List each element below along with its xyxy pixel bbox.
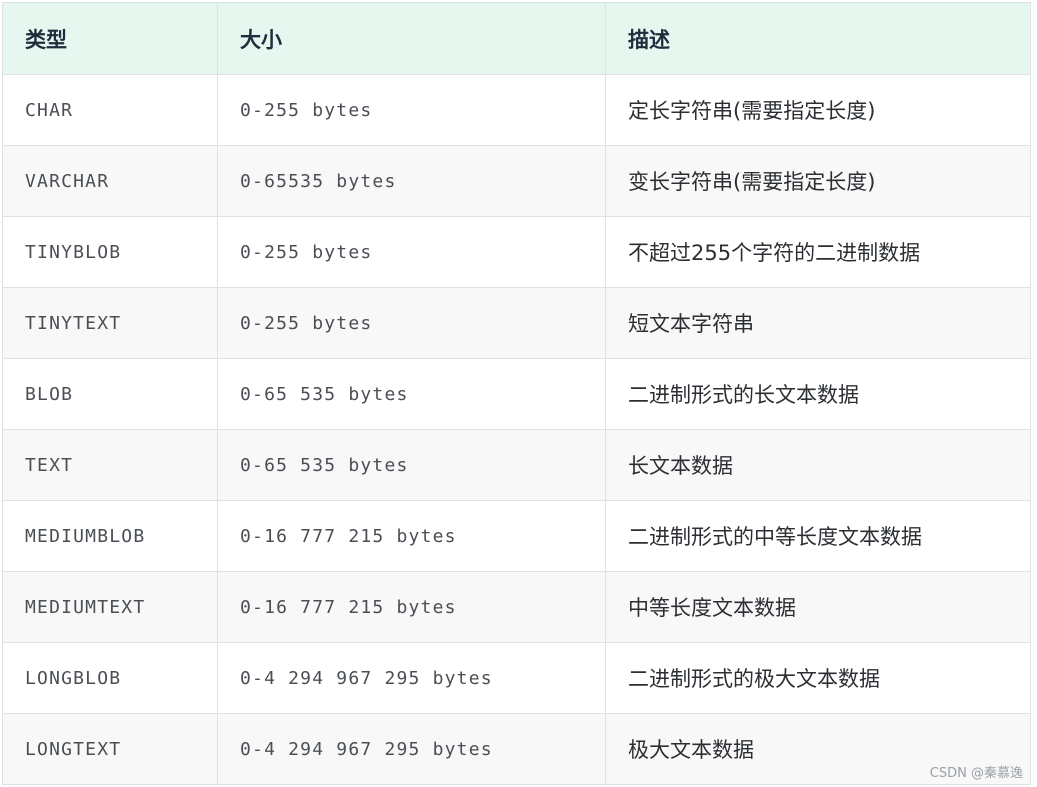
description-cell: 变长字符串(需要指定长度) [605,145,1031,217]
size-cell: 0-16 777 215 bytes [217,500,606,572]
table-row: TINYBLOB 0-255 bytes 不超过255个字符的二进制数据 [2,216,1031,288]
description-cell: 中等长度文本数据 [605,571,1031,643]
size-cell: 0-65535 bytes [217,145,606,217]
type-cell: LONGBLOB [2,642,218,714]
type-cell: MEDIUMTEXT [2,571,218,643]
size-cell: 0-65 535 bytes [217,358,606,430]
size-cell: 0-4 294 967 295 bytes [217,642,606,714]
size-cell: 0-255 bytes [217,287,606,359]
type-cell: TEXT [2,429,218,501]
size-cell: 0-16 777 215 bytes [217,571,606,643]
table-row: TINYTEXT 0-255 bytes 短文本字符串 [2,287,1031,359]
table-row: BLOB 0-65 535 bytes 二进制形式的长文本数据 [2,358,1031,430]
data-types-table: 类型 大小 描述 CHAR 0-255 bytes 定长字符串(需要指定长度) … [2,2,1031,785]
header-size: 大小 [217,2,606,75]
header-type: 类型 [2,2,218,75]
table-row: VARCHAR 0-65535 bytes 变长字符串(需要指定长度) [2,145,1031,217]
size-cell: 0-255 bytes [217,74,606,146]
table-row: LONGTEXT 0-4 294 967 295 bytes 极大文本数据 [2,713,1031,785]
size-cell: 0-4 294 967 295 bytes [217,713,606,785]
table-row: MEDIUMBLOB 0-16 777 215 bytes 二进制形式的中等长度… [2,500,1031,572]
type-cell: BLOB [2,358,218,430]
description-cell: 二进制形式的中等长度文本数据 [605,500,1031,572]
header-row: 类型 大小 描述 [2,2,1031,75]
table-row: TEXT 0-65 535 bytes 长文本数据 [2,429,1031,501]
header-description: 描述 [605,2,1031,75]
type-cell: LONGTEXT [2,713,218,785]
table-row: CHAR 0-255 bytes 定长字符串(需要指定长度) [2,74,1031,146]
table-row: MEDIUMTEXT 0-16 777 215 bytes 中等长度文本数据 [2,571,1031,643]
type-cell: TINYBLOB [2,216,218,288]
size-cell: 0-65 535 bytes [217,429,606,501]
description-cell: 不超过255个字符的二进制数据 [605,216,1031,288]
table-header: 类型 大小 描述 [2,2,1031,75]
table-body: CHAR 0-255 bytes 定长字符串(需要指定长度) VARCHAR 0… [2,74,1031,785]
description-cell: 二进制形式的长文本数据 [605,358,1031,430]
description-cell: 定长字符串(需要指定长度) [605,74,1031,146]
type-cell: VARCHAR [2,145,218,217]
type-cell: CHAR [2,74,218,146]
description-cell: 二进制形式的极大文本数据 [605,642,1031,714]
description-cell: 长文本数据 [605,429,1031,501]
table-row: LONGBLOB 0-4 294 967 295 bytes 二进制形式的极大文… [2,642,1031,714]
watermark: CSDN @秦慕逸 [929,766,1023,781]
type-cell: TINYTEXT [2,287,218,359]
description-cell: 短文本字符串 [605,287,1031,359]
type-cell: MEDIUMBLOB [2,500,218,572]
size-cell: 0-255 bytes [217,216,606,288]
